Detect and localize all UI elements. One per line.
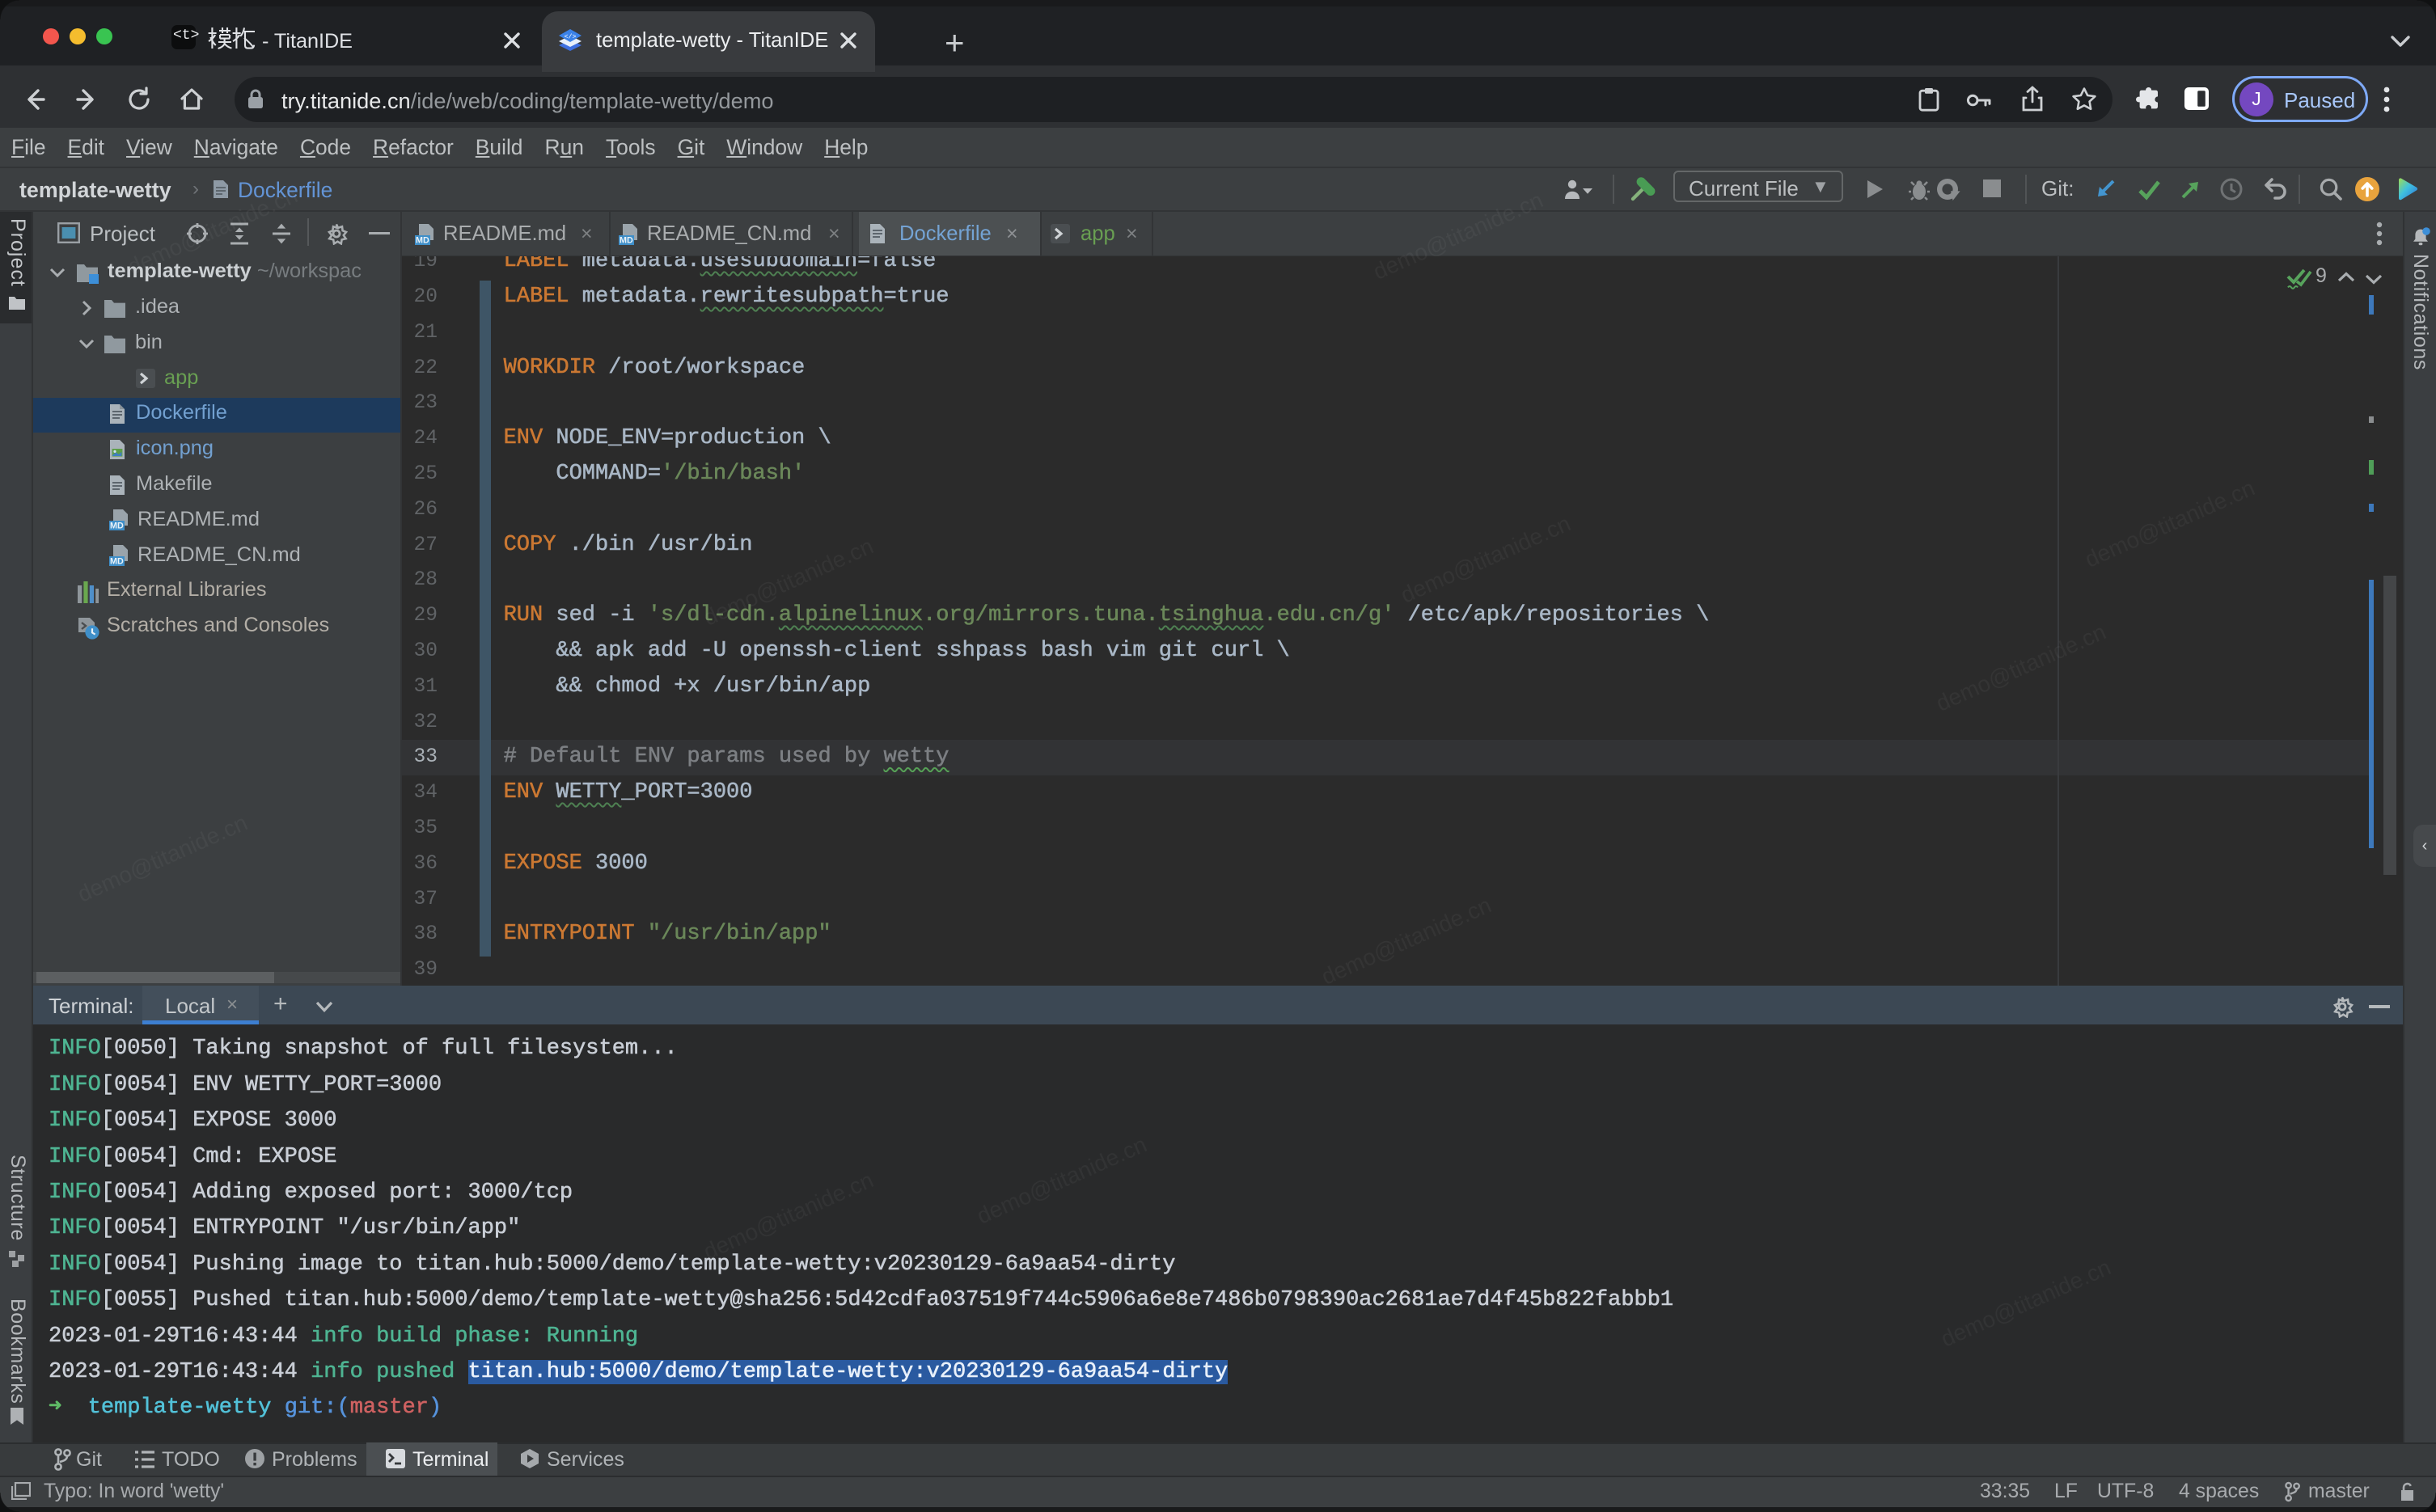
svg-text:</>: </> xyxy=(564,33,576,41)
svg-text:MD: MD xyxy=(110,522,124,531)
svg-text:MD: MD xyxy=(620,236,633,246)
svg-text:MD: MD xyxy=(110,557,124,567)
svg-text:MD: MD xyxy=(416,236,429,246)
